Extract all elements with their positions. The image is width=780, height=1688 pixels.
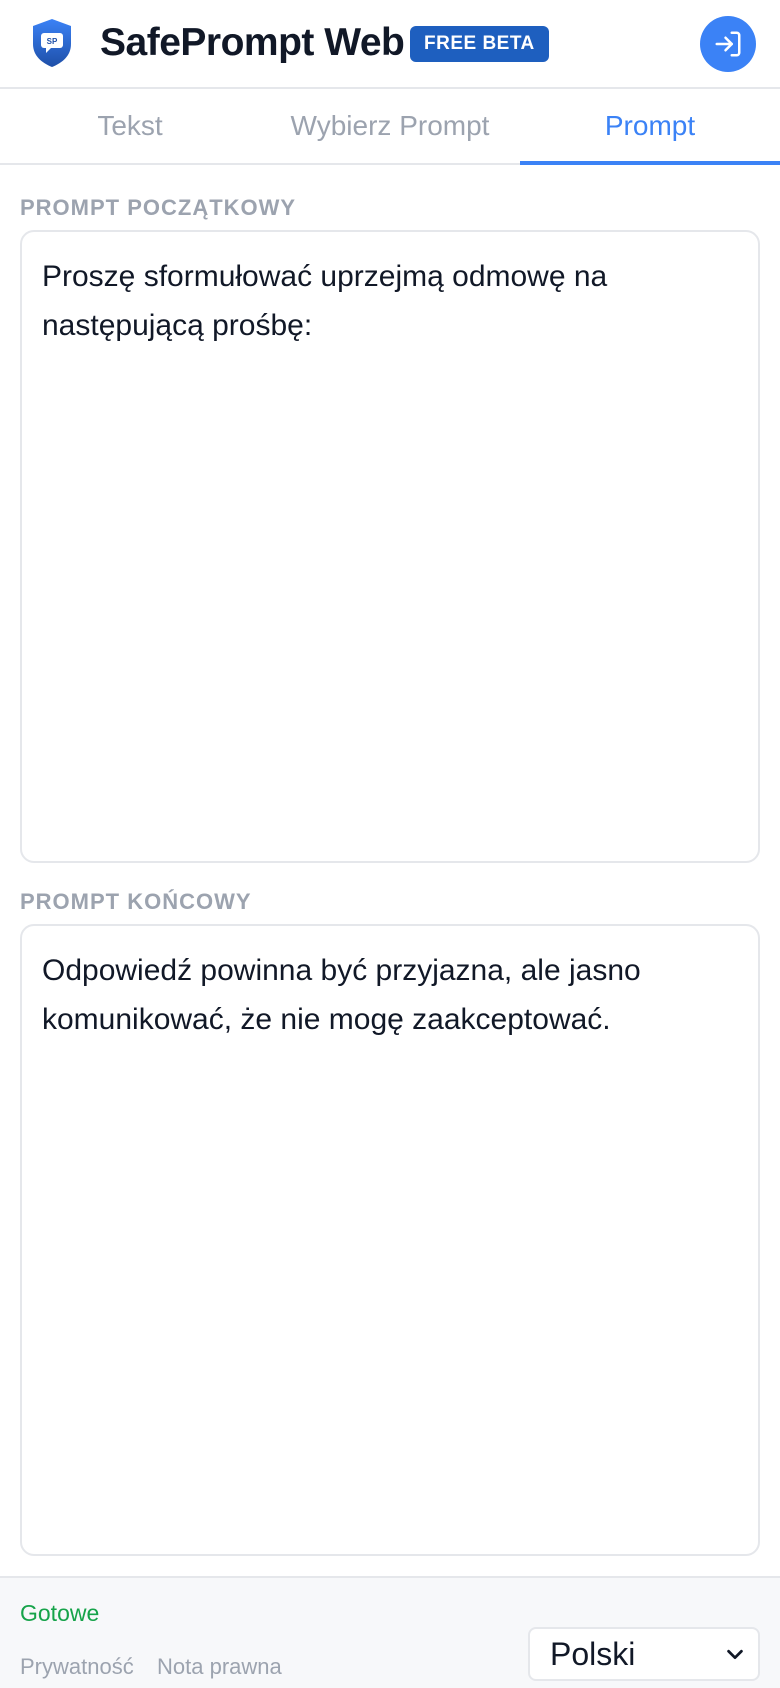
app-header: SP SafePrompt Web FREE BETA xyxy=(0,0,780,89)
language-select-value: Polski xyxy=(550,1636,636,1672)
login-arrow-icon xyxy=(715,31,741,57)
tab-prompt[interactable]: Prompt xyxy=(520,89,780,165)
final-prompt-textarea[interactable]: Odpowiedź powinna być przyjazna, ale jas… xyxy=(20,924,760,1556)
language-select[interactable]: Polski xyxy=(528,1627,760,1681)
app-title: SafePrompt Web xyxy=(100,21,405,64)
final-prompt-label: PROMPT KOŃCOWY xyxy=(20,889,252,914)
initial-prompt-textarea[interactable]: Proszę sformułować uprzejmą odmowę na na… xyxy=(20,230,760,863)
privacy-link[interactable]: Prywatność xyxy=(20,1654,134,1680)
legal-notice-link[interactable]: Nota prawna xyxy=(157,1654,282,1680)
footer: Gotowe Prywatność Nota prawna Polski xyxy=(0,1576,780,1688)
status-text: Gotowe xyxy=(20,1600,100,1626)
shield-logo-icon: SP xyxy=(33,19,71,67)
tab-tekst[interactable]: Tekst xyxy=(0,89,260,163)
chevron-down-icon xyxy=(727,1649,743,1660)
tab-wybierz-prompt[interactable]: Wybierz Prompt xyxy=(260,89,520,163)
login-button[interactable] xyxy=(700,16,756,72)
tab-bar: Tekst Wybierz Prompt Prompt xyxy=(0,89,780,165)
logo-text: SP xyxy=(47,37,58,46)
initial-prompt-label: PROMPT POCZĄTKOWY xyxy=(20,195,297,220)
beta-badge: FREE BETA xyxy=(410,26,549,62)
